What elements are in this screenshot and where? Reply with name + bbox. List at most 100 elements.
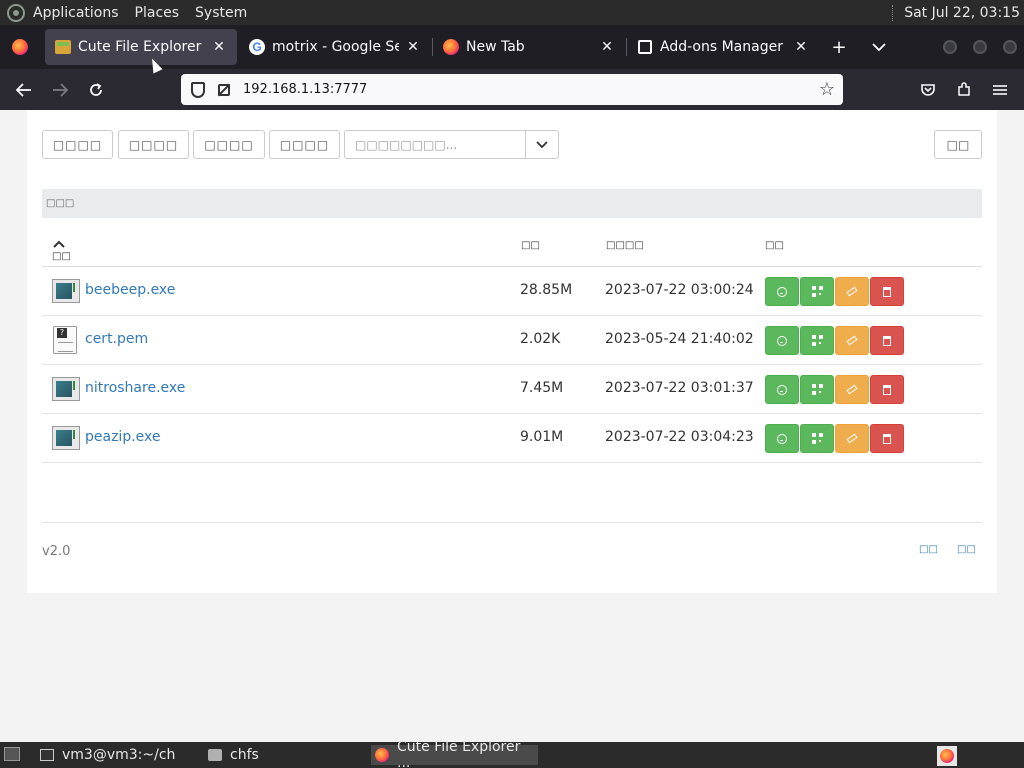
filter-select[interactable]: □□□□□□□□...: [344, 130, 559, 159]
bookmark-star-icon[interactable]: ☆: [819, 79, 835, 100]
reload-button[interactable]: [82, 76, 110, 104]
tab-add-ons-manager[interactable]: Add-ons Manager ✕: [627, 29, 819, 65]
qrcode-icon: [811, 286, 823, 297]
close-tab-icon[interactable]: ✕: [211, 39, 227, 55]
url-bar[interactable]: 192.168.1.13:7777 ☆: [181, 74, 843, 105]
panel-clock[interactable]: Sat Jul 22, 03:15: [904, 5, 1020, 21]
chevron-down-icon[interactable]: [525, 131, 558, 158]
rename-button[interactable]: [835, 326, 869, 355]
taskbar-item-firefox[interactable]: Cute File Explorer ...: [371, 739, 538, 768]
chevron-down-icon: [872, 43, 886, 52]
download-icon: [777, 433, 787, 444]
sort-ascending-icon: [53, 240, 65, 248]
toolbar-button-2[interactable]: □□□□: [118, 130, 189, 159]
download-button[interactable]: [765, 424, 799, 453]
taskbar-item-terminal[interactable]: vm3@vm3:~/ch: [36, 745, 202, 765]
file-name-link[interactable]: peazip.exe: [85, 429, 161, 445]
rename-button[interactable]: [835, 375, 869, 404]
puzzle-icon: [638, 40, 652, 54]
pocket-icon: [921, 84, 935, 96]
show-desktop-button[interactable]: [4, 747, 20, 761]
qrcode-button[interactable]: [800, 375, 834, 404]
column-header-size[interactable]: □□: [521, 240, 540, 251]
system-menu[interactable]: System: [195, 5, 247, 21]
tab-cute-file-explorer[interactable]: Cute File Explorer ✕: [45, 29, 237, 65]
tab-title: Cute File Explorer: [78, 39, 202, 55]
rename-button[interactable]: [835, 424, 869, 453]
download-icon: [777, 286, 787, 297]
taskbar-item-chfs-folder[interactable]: chfs: [204, 745, 370, 765]
close-tab-icon[interactable]: ✕: [405, 39, 421, 55]
exe-file-icon: [52, 426, 80, 450]
file-name-link[interactable]: nitroshare.exe: [85, 380, 185, 396]
qrcode-button[interactable]: [800, 277, 834, 306]
app-menu-button[interactable]: [986, 76, 1014, 104]
extensions-button[interactable]: [950, 76, 978, 104]
toolbar-button-3[interactable]: □□□□: [193, 130, 265, 159]
footer-link-1[interactable]: □□: [919, 544, 938, 555]
toolbar-button-4[interactable]: □□□□: [269, 130, 340, 159]
folder-icon: [208, 749, 222, 761]
toolbar-right-button[interactable]: □□: [934, 130, 982, 159]
file-size: 2.02K: [520, 331, 561, 347]
tab-title: Add-ons Manager: [660, 39, 783, 55]
column-header-actions: □□: [765, 240, 784, 251]
minimize-window-button[interactable]: [943, 40, 957, 54]
firefox-icon: [443, 39, 459, 55]
close-tab-icon[interactable]: ✕: [599, 39, 615, 55]
delete-button[interactable]: [870, 277, 904, 306]
rename-button[interactable]: [835, 277, 869, 306]
firefox-icon: [375, 748, 389, 762]
file-date: 2023-07-22 03:00:24: [605, 282, 754, 298]
file-name-link[interactable]: beebeep.exe: [85, 282, 175, 298]
close-window-button[interactable]: [1003, 40, 1017, 54]
forward-button[interactable]: [46, 76, 74, 104]
insecure-connection-lock-icon[interactable]: [218, 83, 230, 96]
firefox-view-button[interactable]: [0, 25, 40, 69]
places-menu[interactable]: Places: [135, 5, 180, 21]
maximize-window-button[interactable]: [973, 40, 987, 54]
tray-firefox-launcher[interactable]: [937, 746, 957, 766]
close-tab-icon[interactable]: ✕: [793, 39, 809, 55]
column-header-name[interactable]: □□: [52, 240, 71, 262]
list-all-tabs-button[interactable]: [867, 35, 891, 59]
tab-title: motrix - Google Search: [272, 39, 399, 55]
delete-button[interactable]: [870, 326, 904, 355]
top-panel: Applications Places System Sat Jul 22, 0…: [0, 0, 1024, 25]
file-date: 2023-07-22 03:04:23: [605, 429, 754, 445]
delete-button[interactable]: [870, 424, 904, 453]
back-button[interactable]: [10, 76, 38, 104]
new-tab-button[interactable]: +: [827, 35, 851, 59]
toolbar-button-1[interactable]: □□□□: [42, 130, 113, 159]
pocket-button[interactable]: [914, 76, 942, 104]
breadcrumb[interactable]: □□□: [42, 189, 982, 218]
version-label: v2.0: [42, 544, 71, 559]
qrcode-icon: [811, 335, 823, 346]
download-button[interactable]: [765, 375, 799, 404]
download-button[interactable]: [765, 326, 799, 355]
unknown-file-icon: [53, 326, 77, 354]
distro-logo-icon[interactable]: [7, 3, 25, 22]
puzzle-icon: [958, 82, 970, 96]
applications-menu[interactable]: Applications: [33, 5, 119, 21]
url-text[interactable]: 192.168.1.13:7777: [243, 82, 367, 97]
qrcode-button[interactable]: [800, 424, 834, 453]
firefox-icon: [12, 39, 28, 55]
reload-icon: [90, 83, 102, 96]
column-header-date[interactable]: □□□□: [606, 240, 644, 251]
arrow-left-icon: [16, 83, 31, 97]
file-size: 7.45M: [520, 380, 564, 396]
qrcode-button[interactable]: [800, 326, 834, 355]
delete-button[interactable]: [870, 375, 904, 404]
tab-motrix-google-search[interactable]: G motrix - Google Search ✕: [239, 29, 431, 65]
tracking-protection-shield-icon[interactable]: [191, 81, 205, 98]
terminal-icon: [40, 749, 54, 761]
file-explorer-panel: □□□□ □□□□ □□□□ □□□□ □□□□□□□□... □□ □□□ □…: [27, 110, 997, 593]
download-button[interactable]: [765, 277, 799, 306]
footer-link-2[interactable]: □□: [957, 544, 976, 555]
file-name-link[interactable]: cert.pem: [85, 331, 148, 347]
exe-file-icon: [52, 279, 80, 303]
tab-new-tab[interactable]: New Tab ✕: [433, 29, 625, 65]
download-icon: [777, 384, 787, 395]
taskbar-item-label: Cute File Explorer ...: [397, 739, 521, 768]
